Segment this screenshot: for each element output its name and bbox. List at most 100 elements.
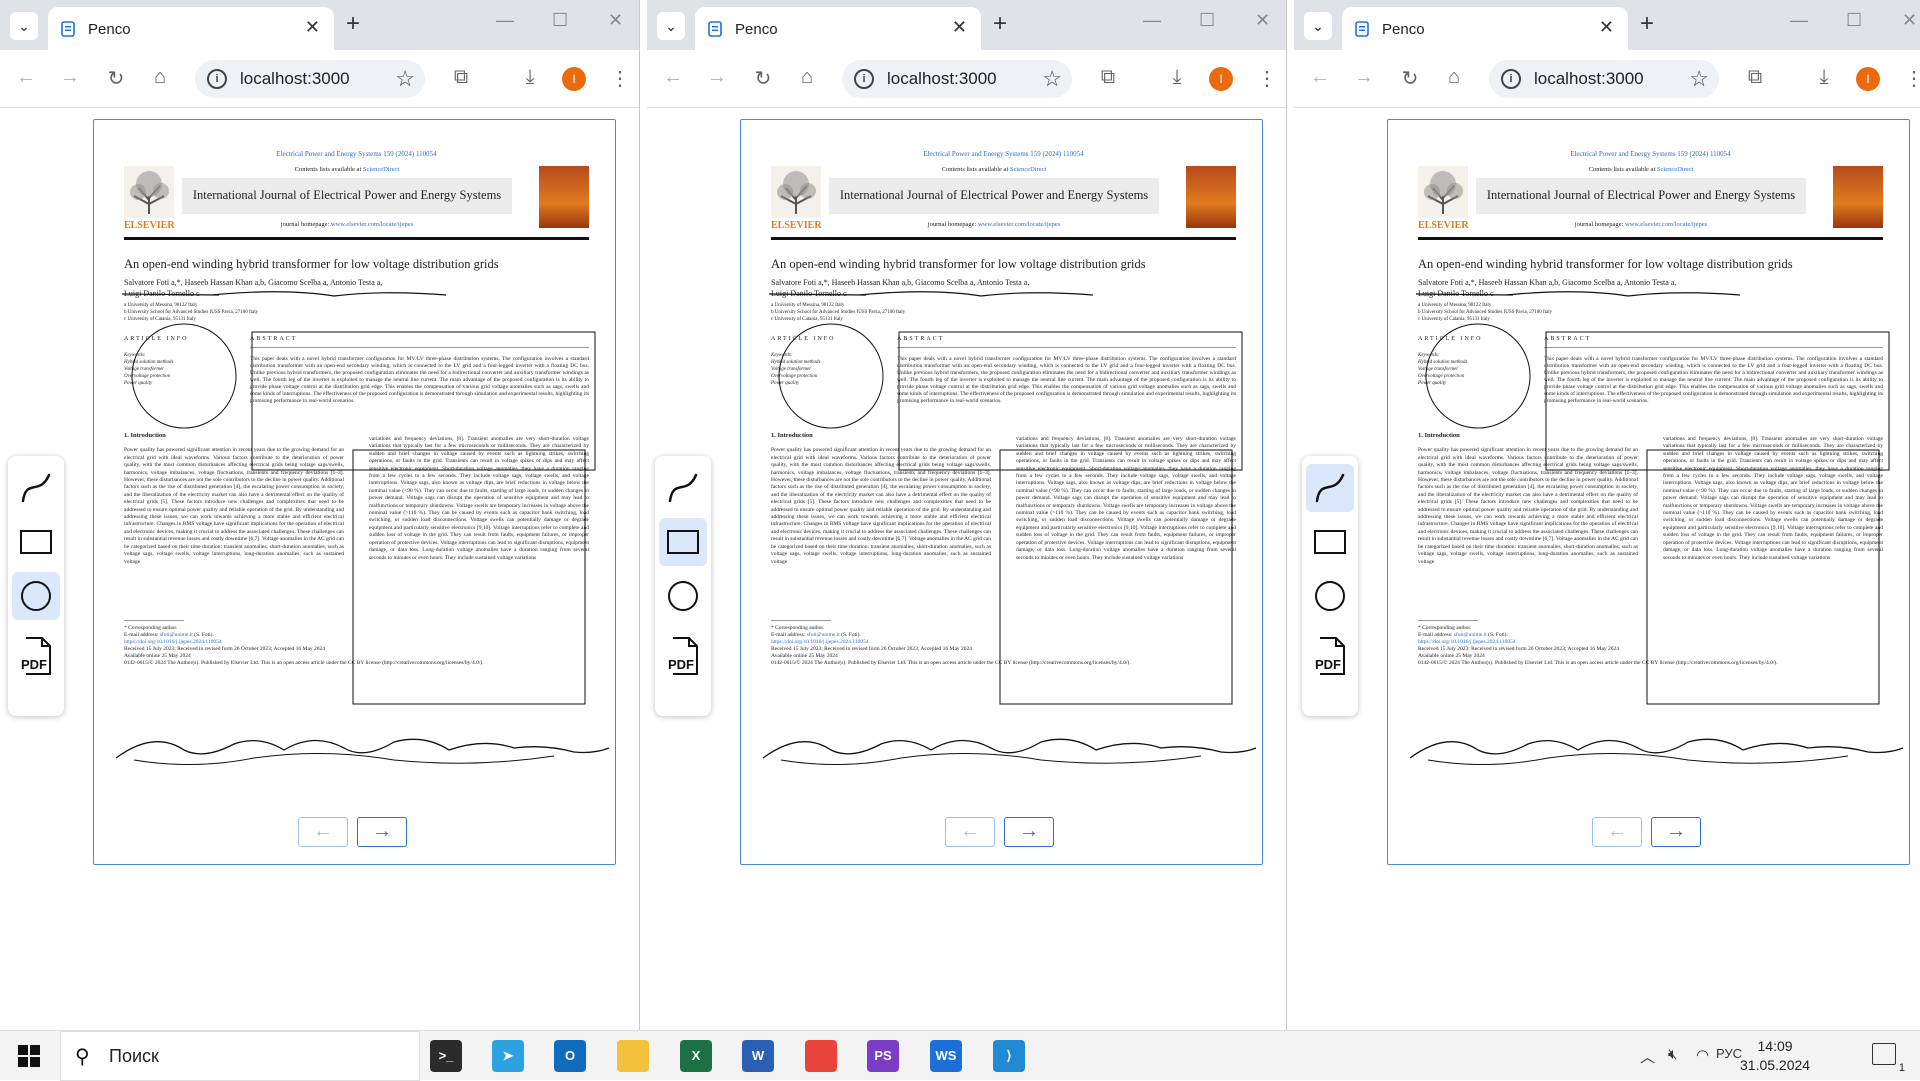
address-bar[interactable]: i localhost:3000 ☆ xyxy=(195,60,425,98)
info-icon[interactable]: i xyxy=(207,69,227,89)
close-icon[interactable]: ✕ xyxy=(1599,17,1614,38)
annotation-layer[interactable] xyxy=(1388,120,1910,865)
star-icon[interactable]: ☆ xyxy=(1042,66,1062,92)
telegram-app-icon[interactable]: ➤ xyxy=(492,1040,524,1072)
kebab-menu-icon[interactable]: ⋮ xyxy=(1900,66,1920,91)
download-icon[interactable]: ⤓ xyxy=(1810,66,1838,89)
webstorm-app-icon[interactable]: WS xyxy=(930,1040,962,1072)
rectangle-tool-button[interactable] xyxy=(1306,518,1354,566)
minimize-icon[interactable]: — xyxy=(1790,10,1808,31)
maximize-icon[interactable]: ☐ xyxy=(552,10,568,31)
plus-icon[interactable]: + xyxy=(1640,10,1654,38)
avatar[interactable]: I xyxy=(562,67,586,91)
chevron-up-icon[interactable]: ︿ xyxy=(1640,1046,1655,1067)
taskbar-search[interactable]: ⚲ Поиск xyxy=(60,1031,420,1081)
pdf-export-button[interactable]: PDF xyxy=(12,628,60,676)
circle-tool-button[interactable] xyxy=(1306,572,1354,620)
address-bar[interactable]: i localhost:3000 ☆ xyxy=(842,60,1072,98)
chevron-down-icon[interactable]: ⌄ xyxy=(657,12,685,40)
notification-icon[interactable]: 1 xyxy=(1872,1043,1905,1074)
prev-page-button[interactable]: ← xyxy=(1592,817,1642,847)
rectangle-tool-button[interactable] xyxy=(659,518,707,566)
maximize-icon[interactable]: ☐ xyxy=(1846,10,1862,31)
prev-page-button[interactable]: ← xyxy=(298,817,348,847)
maximize-icon[interactable]: ☐ xyxy=(1199,10,1215,31)
home-icon[interactable]: ⌂ xyxy=(146,66,174,89)
rectangle-icon xyxy=(667,530,699,554)
circle-tool-button[interactable] xyxy=(12,572,60,620)
excel-app-icon[interactable]: X xyxy=(680,1040,712,1072)
browser-tab[interactable]: Penco ✕ xyxy=(695,7,981,50)
tab-title: Penco xyxy=(88,21,131,38)
clock[interactable]: 14:09 31.05.2024 xyxy=(1740,1037,1810,1075)
curve-tool-button[interactable] xyxy=(659,464,707,512)
explorer-app-icon[interactable] xyxy=(617,1040,649,1072)
download-icon[interactable]: ⤓ xyxy=(1163,66,1191,89)
close-icon[interactable]: ✕ xyxy=(305,17,320,38)
kebab-menu-icon[interactable]: ⋮ xyxy=(606,66,634,91)
window-close-icon[interactable]: ✕ xyxy=(1255,10,1270,31)
annotation-layer[interactable] xyxy=(94,120,616,865)
arrow-right-icon[interactable]: → xyxy=(703,66,731,89)
drawn-scribble xyxy=(762,738,1257,759)
puzzle-icon[interactable]: ⧉ xyxy=(1741,66,1769,89)
home-icon[interactable]: ⌂ xyxy=(1440,66,1468,89)
language-indicator[interactable]: РУС xyxy=(1716,1046,1742,1061)
cmd-app-icon[interactable]: >_ xyxy=(430,1040,462,1072)
pdf-file-icon: PDF xyxy=(20,637,51,675)
info-icon[interactable]: i xyxy=(1501,69,1521,89)
windows-start-icon[interactable] xyxy=(18,1045,40,1067)
address-bar[interactable]: i localhost:3000 ☆ xyxy=(1489,60,1719,98)
close-icon[interactable]: ✕ xyxy=(952,17,967,38)
browser-tab[interactable]: Penco ✕ xyxy=(1342,7,1628,50)
pdf-export-button[interactable]: PDF xyxy=(1306,628,1354,676)
info-icon[interactable]: i xyxy=(854,69,874,89)
avatar[interactable]: I xyxy=(1856,67,1880,91)
arrow-right-icon[interactable]: → xyxy=(56,66,84,89)
circle-tool-button[interactable] xyxy=(659,572,707,620)
next-page-button[interactable]: → xyxy=(1004,817,1054,847)
browser-window-3: ⌄ Penco ✕ + — ☐ ✕ ← → ↻ ⌂ i localhost:30… xyxy=(1294,0,1920,1030)
minimize-icon[interactable]: — xyxy=(496,10,514,31)
arrow-left-icon[interactable]: ← xyxy=(659,66,687,89)
arrow-left-icon[interactable]: ← xyxy=(1306,66,1334,89)
reload-icon[interactable]: ↻ xyxy=(1396,66,1424,91)
star-icon[interactable]: ☆ xyxy=(395,66,415,92)
star-icon[interactable]: ☆ xyxy=(1689,66,1709,92)
window-close-icon[interactable]: ✕ xyxy=(1902,10,1917,31)
avatar[interactable]: I xyxy=(1209,67,1233,91)
browser-toolbar: ← → ↻ ⌂ i localhost:3000 ☆ ⧉ ⤓ I ⋮ xyxy=(647,50,1286,108)
speaker-muted-icon[interactable]: 🔇︎ xyxy=(1668,1046,1677,1063)
minimize-icon[interactable]: — xyxy=(1143,10,1161,31)
next-page-button[interactable]: → xyxy=(357,817,407,847)
download-icon[interactable]: ⤓ xyxy=(516,66,544,89)
plus-icon[interactable]: + xyxy=(993,10,1007,38)
vscode-app-icon[interactable]: ⟩ xyxy=(993,1040,1025,1072)
rectangle-tool-button[interactable] xyxy=(12,518,60,566)
arrow-right-icon[interactable]: → xyxy=(1350,66,1378,89)
next-page-button[interactable]: → xyxy=(1651,817,1701,847)
prev-page-button[interactable]: ← xyxy=(945,817,995,847)
curve-tool-button[interactable] xyxy=(1306,464,1354,512)
puzzle-icon[interactable]: ⧉ xyxy=(1094,66,1122,89)
annotation-layer[interactable] xyxy=(741,120,1263,865)
puzzle-icon[interactable]: ⧉ xyxy=(447,66,475,89)
home-icon[interactable]: ⌂ xyxy=(793,66,821,89)
chevron-down-icon[interactable]: ⌄ xyxy=(1304,12,1332,40)
chrome-app-icon[interactable] xyxy=(805,1040,837,1072)
reload-icon[interactable]: ↻ xyxy=(749,66,777,91)
wifi-icon[interactable]: ◠ xyxy=(1696,1046,1709,1064)
pdf-export-button[interactable]: PDF xyxy=(659,628,707,676)
arrow-left-icon[interactable]: ← xyxy=(12,66,40,89)
kebab-menu-icon[interactable]: ⋮ xyxy=(1253,66,1281,91)
window-close-icon[interactable]: ✕ xyxy=(608,10,623,31)
word-app-icon[interactable]: W xyxy=(742,1040,774,1072)
reload-icon[interactable]: ↻ xyxy=(102,66,130,91)
drawn-scribble xyxy=(115,738,610,759)
phpstorm-app-icon[interactable]: PS xyxy=(867,1040,899,1072)
curve-tool-button[interactable] xyxy=(12,464,60,512)
chevron-down-icon[interactable]: ⌄ xyxy=(10,12,38,40)
outlook-app-icon[interactable]: O xyxy=(554,1040,586,1072)
browser-tab[interactable]: Penco ✕ xyxy=(48,7,334,50)
plus-icon[interactable]: + xyxy=(346,10,360,38)
